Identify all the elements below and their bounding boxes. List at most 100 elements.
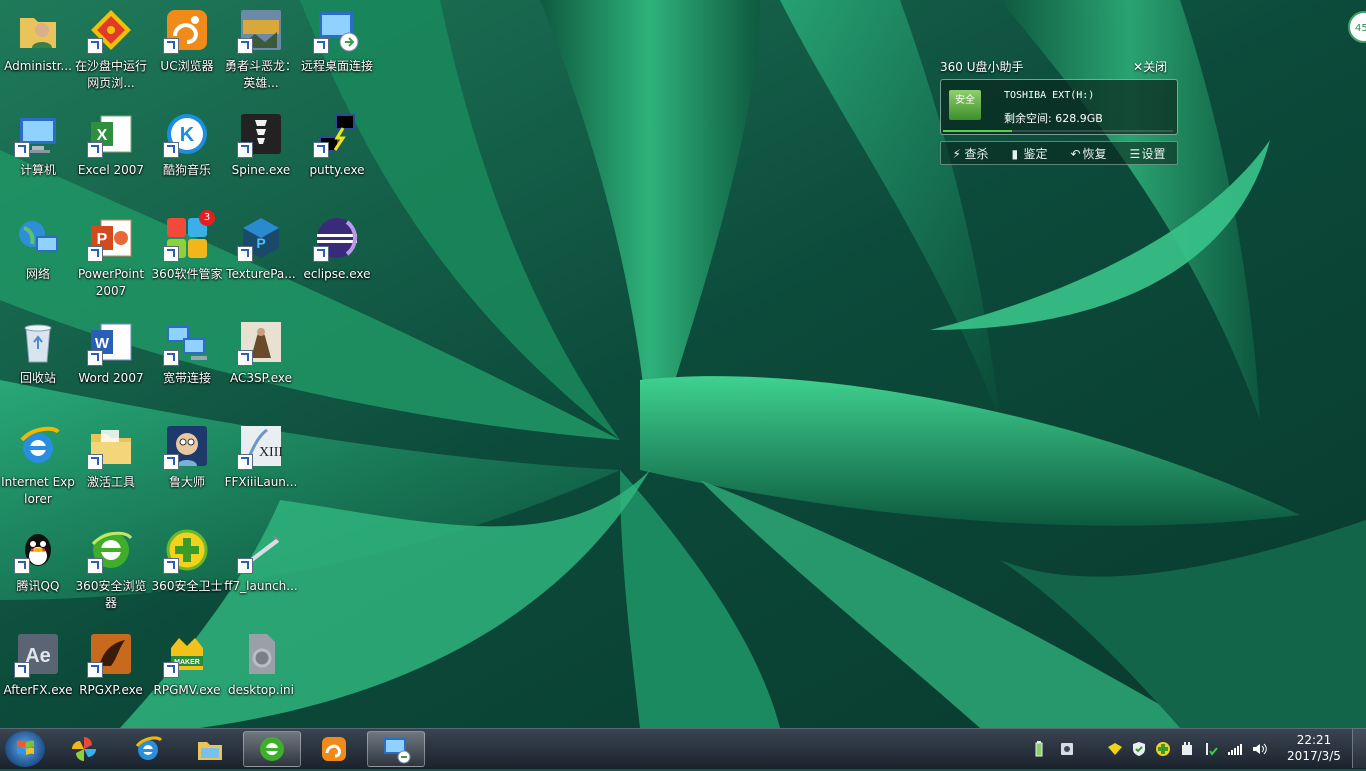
icon-label: 计算机 bbox=[19, 163, 56, 177]
svg-text:K: K bbox=[180, 124, 195, 146]
tray-360-safe-icon[interactable] bbox=[1155, 741, 1171, 757]
taskbar-internet-explorer[interactable] bbox=[119, 731, 177, 767]
svg-text:XIII: XIII bbox=[259, 445, 283, 460]
taskbar-file-explorer[interactable] bbox=[181, 731, 239, 767]
icon-label: 360安全浏览器 bbox=[75, 579, 147, 610]
shortcut-arrow-icon bbox=[313, 142, 329, 158]
desktop-icon-afterfx[interactable]: Ae AfterFX.exe bbox=[0, 626, 76, 726]
texturepacker-icon: P bbox=[237, 214, 285, 262]
desktop-icon-sandbox-browser[interactable]: 在沙盘中运行网页浏... bbox=[73, 2, 149, 102]
desktop-icon-computer[interactable]: 计算机 bbox=[0, 106, 76, 206]
desktop-icon-activation-tools[interactable]: 激活工具 bbox=[73, 418, 149, 518]
icon-label: AfterFX.exe bbox=[3, 683, 73, 697]
desktop-icon-desktop-ini[interactable]: desktop.ini bbox=[223, 626, 299, 726]
icon-label: 酷狗音乐 bbox=[162, 163, 211, 177]
shortcut-arrow-icon bbox=[237, 454, 253, 470]
usb-widget-close-button[interactable]: ✕关闭 bbox=[1133, 58, 1167, 75]
tray-battery-icon[interactable] bbox=[1031, 741, 1047, 757]
desktop-icon-eclipse[interactable]: eclipse.exe bbox=[299, 210, 375, 310]
shortcut-arrow-icon bbox=[14, 558, 30, 574]
desktop-icon-powerpoint[interactable]: P PowerPoint 2007 bbox=[73, 210, 149, 310]
desktop-icon-administrator[interactable]: Administr... bbox=[0, 2, 76, 102]
powerpoint-icon: P bbox=[87, 214, 135, 262]
taskbar-uc-browser[interactable] bbox=[305, 731, 363, 767]
tray-usb-drive-icon[interactable] bbox=[1059, 741, 1075, 757]
excel-icon: X bbox=[87, 110, 135, 158]
desktop-icon-network[interactable]: 网络 bbox=[0, 210, 76, 310]
tray-power-icon[interactable] bbox=[1179, 741, 1195, 757]
desktop-icon-word[interactable]: W Word 2007 bbox=[73, 314, 149, 414]
360-safe-icon bbox=[163, 526, 211, 574]
icon-label: ff7_launch... bbox=[224, 579, 298, 593]
shortcut-arrow-icon bbox=[237, 246, 253, 262]
show-desktop-button[interactable] bbox=[1352, 728, 1366, 768]
usb-identify-button[interactable]: ▮ 鉴定 bbox=[1011, 145, 1047, 162]
desktop-icon-uc-browser[interactable]: UC浏览器 bbox=[149, 2, 225, 102]
usb-scan-label: 查杀 bbox=[964, 146, 989, 161]
desktop-icon-remote-desktop[interactable]: 远程桌面连接 bbox=[299, 2, 375, 102]
desktop-icon-360-software[interactable]: 3 360软件管家 bbox=[149, 210, 225, 310]
desktop-icon-ludashi[interactable]: 鲁大师 bbox=[149, 418, 225, 518]
kugou-icon: K bbox=[163, 110, 211, 158]
desktop-icon-360-safe[interactable]: 360安全卫士 bbox=[149, 522, 225, 622]
desktop-icon-kugou[interactable]: K 酷狗音乐 bbox=[149, 106, 225, 206]
usb-drive-icon: 安全 bbox=[949, 90, 981, 120]
shortcut-arrow-icon bbox=[163, 142, 179, 158]
shortcut-arrow-icon bbox=[237, 38, 253, 54]
shortcut-arrow-icon bbox=[87, 454, 103, 470]
ludashi-icon bbox=[163, 422, 211, 470]
tray-shield-yellow-icon[interactable] bbox=[1107, 741, 1123, 757]
desktop-icon-putty[interactable]: putty.exe bbox=[299, 106, 375, 206]
shortcut-arrow-icon bbox=[163, 246, 179, 262]
shortcut-arrow-icon bbox=[163, 558, 179, 574]
desktop-icon-spine[interactable]: Spine.exe bbox=[223, 106, 299, 206]
taskbar-pinned-app-1[interactable] bbox=[55, 731, 113, 767]
ff7-icon bbox=[237, 526, 285, 574]
usb-restore-button[interactable]: ↶ 恢复 bbox=[1070, 145, 1106, 162]
network-icon bbox=[14, 214, 62, 262]
uc-browser-icon bbox=[322, 737, 346, 761]
desktop-icon-excel[interactable]: X Excel 2007 bbox=[73, 106, 149, 206]
desktop-icon-qq[interactable]: 腾讯QQ bbox=[0, 522, 76, 622]
tray-network-signal-icon[interactable] bbox=[1227, 741, 1243, 757]
desktop-icon-ac3sp[interactable]: AC3SP.exe bbox=[223, 314, 299, 414]
taskbar-clock[interactable]: 22:21 2017/3/5 bbox=[1284, 732, 1344, 764]
desktop-icon-texturepacker[interactable]: P TexturePa... bbox=[223, 210, 299, 310]
icon-label: RPGXP.exe bbox=[79, 683, 143, 697]
taskbar-remote-desktop[interactable] bbox=[367, 731, 425, 767]
remote-desktop-icon bbox=[384, 738, 411, 764]
desktop-icon-ff7[interactable]: ff7_launch... bbox=[223, 522, 299, 622]
desktop-icon-rpgxp[interactable]: RPGXP.exe bbox=[73, 626, 149, 726]
icon-label: Internet Explorer bbox=[1, 475, 75, 506]
usb-drive-panel[interactable]: 安全 TOSHIBA EXT(H:) 剩余空间: 628.9GB bbox=[940, 79, 1178, 135]
icon-label: Word 2007 bbox=[78, 371, 144, 385]
taskbar-360-browser[interactable] bbox=[243, 731, 301, 767]
desktop-icon-ffxiii[interactable]: XIII FFXiiiLaun... bbox=[223, 418, 299, 518]
ie-icon bbox=[14, 422, 62, 470]
tray-volume-icon[interactable] bbox=[1251, 741, 1267, 757]
desktop-icon-rpgmv[interactable]: MAKER RPGMV.exe bbox=[149, 626, 225, 726]
rpgxp-icon bbox=[87, 630, 135, 678]
usb-drive-name: TOSHIBA EXT(H:) bbox=[1004, 90, 1095, 101]
desktop-icon-broadband[interactable]: 宽带连接 bbox=[149, 314, 225, 414]
desktop-icon-dragon-quest[interactable]: 勇者斗恶龙：英雄... bbox=[223, 2, 299, 102]
putty-icon bbox=[313, 110, 361, 158]
usb-usage-fill bbox=[943, 130, 1012, 132]
tray-360-shield-icon[interactable] bbox=[1131, 741, 1147, 757]
usb-free-space: 剩余空间: 628.9GB bbox=[1004, 112, 1103, 125]
folder-icon bbox=[198, 742, 222, 760]
clock-date: 2017/3/5 bbox=[1287, 749, 1341, 763]
tray-action-center-icon[interactable] bbox=[1203, 741, 1219, 757]
start-button[interactable] bbox=[5, 731, 45, 767]
desktop-icon-recycle-bin[interactable]: 回收站 bbox=[0, 314, 76, 414]
desktop-icon-internet-explorer[interactable]: Internet Explorer bbox=[0, 418, 76, 518]
drive-safe-tag: 安全 bbox=[955, 95, 975, 106]
icon-label: 鲁大师 bbox=[168, 475, 205, 489]
floating-ball-value: 45 bbox=[1355, 23, 1366, 34]
shortcut-arrow-icon bbox=[14, 662, 30, 678]
usb-scan-button[interactable]: ⚡ 查杀 bbox=[952, 145, 988, 162]
360-software-icon: 3 bbox=[163, 210, 215, 262]
icon-label: 回收站 bbox=[19, 371, 56, 385]
usb-settings-button[interactable]: ☰设置 bbox=[1129, 145, 1165, 162]
desktop-icon-360-browser[interactable]: 360安全浏览器 bbox=[73, 522, 149, 622]
